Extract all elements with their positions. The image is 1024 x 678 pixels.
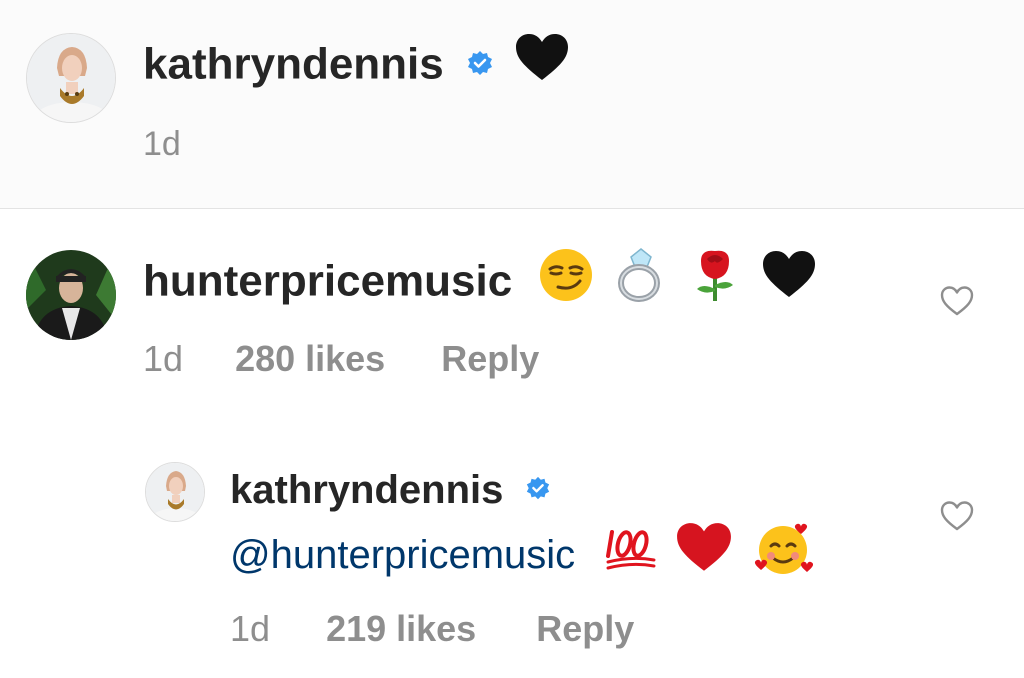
rose-emoji-icon xyxy=(687,247,743,315)
black-heart-icon xyxy=(514,32,570,96)
comment-2-likes[interactable]: 219 likes xyxy=(326,608,476,650)
caption-meta: 1d xyxy=(143,124,181,164)
comment-1-username-row: hunterpricemusic xyxy=(143,248,817,315)
ring-emoji-icon xyxy=(613,247,669,315)
smiling-face-with-hearts-emoji-icon xyxy=(753,518,813,591)
comment-1-reply-button[interactable]: Reply xyxy=(441,338,539,380)
comment-2-username[interactable]: kathryndennis xyxy=(230,468,503,512)
comment-1-time: 1d xyxy=(143,338,184,379)
verified-badge-icon xyxy=(466,38,494,90)
hundred-points-emoji-icon xyxy=(604,524,658,585)
smirk-emoji-icon xyxy=(538,247,594,315)
comment-2-time: 1d xyxy=(230,608,271,649)
caption-username-row: kathryndennis xyxy=(143,34,570,96)
avatar-kathryndennis[interactable] xyxy=(26,33,116,123)
avatar-kathryndennis-small[interactable] xyxy=(145,462,205,522)
comment-1-meta: 1d 280 likes Reply xyxy=(143,338,539,380)
comment-1-username[interactable]: hunterpricemusic xyxy=(143,257,512,306)
mention-link[interactable]: @hunterpricemusic xyxy=(230,533,575,577)
comment-2-body: @hunterpricemusic xyxy=(230,521,813,591)
like-heart-icon[interactable] xyxy=(940,285,974,322)
comment-2-meta: 1d 219 likes Reply xyxy=(230,608,634,650)
comment-2-username-row: kathryndennis xyxy=(230,466,551,514)
caption-time: 1d xyxy=(143,125,181,163)
red-heart-emoji-icon xyxy=(675,521,733,588)
like-heart-icon[interactable] xyxy=(940,500,974,537)
caption-block: kathryndennis 1d xyxy=(0,0,1024,209)
avatar-hunterpricemusic[interactable] xyxy=(26,250,116,340)
comment-2-reply-button[interactable]: Reply xyxy=(536,608,634,650)
comment-1-likes[interactable]: 280 likes xyxy=(235,338,385,380)
caption-username[interactable]: kathryndennis xyxy=(143,40,444,89)
black-heart-icon xyxy=(761,249,817,313)
verified-badge-icon xyxy=(525,465,551,513)
